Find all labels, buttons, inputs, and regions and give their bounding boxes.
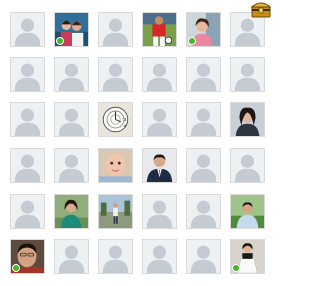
friend-photo-baby[interactable] [98, 148, 133, 183]
friend-photo-group-portrait[interactable] [54, 12, 89, 47]
person-silhouette-icon [11, 103, 44, 136]
friend-photo-woman-white-dress[interactable] [230, 239, 265, 274]
default-avatar[interactable] [230, 57, 265, 92]
person-silhouette-icon [55, 240, 88, 273]
person-silhouette-icon [11, 58, 44, 91]
photo-man-suit [143, 149, 176, 182]
person-silhouette-icon [187, 103, 220, 136]
person-silhouette-icon [231, 149, 264, 182]
default-avatar[interactable] [142, 239, 177, 274]
person-silhouette-icon [11, 195, 44, 228]
default-avatar[interactable] [186, 194, 221, 229]
friend-photo-person-street[interactable] [98, 194, 133, 229]
default-avatar[interactable] [10, 12, 45, 47]
person-silhouette-icon [143, 195, 176, 228]
person-silhouette-icon [55, 58, 88, 91]
person-silhouette-icon [99, 58, 132, 91]
default-avatar[interactable] [10, 194, 45, 229]
treasure-chest-icon[interactable] [250, 0, 272, 18]
friend-photo-woman-pink[interactable] [186, 12, 221, 47]
photo-soccer-player [143, 13, 176, 46]
photo-woman-outdoor [55, 195, 88, 228]
default-avatar[interactable] [10, 102, 45, 137]
person-silhouette-icon [187, 240, 220, 273]
default-avatar[interactable] [142, 102, 177, 137]
photo-person-street [99, 195, 132, 228]
default-avatar[interactable] [54, 148, 89, 183]
person-silhouette-icon [231, 58, 264, 91]
online-status-icon [56, 37, 64, 45]
person-silhouette-icon [187, 58, 220, 91]
friend-photo-surreal-clock[interactable]: 3 4 [98, 102, 133, 137]
default-avatar[interactable] [54, 102, 89, 137]
person-silhouette-icon [99, 13, 132, 46]
online-status-icon [188, 37, 196, 45]
friends-photo-grid: 3 4 [0, 0, 290, 286]
photo-surreal-clock: 3 4 [99, 103, 132, 136]
friend-photo-man-closeup[interactable] [10, 239, 45, 274]
default-avatar[interactable] [230, 148, 265, 183]
photo-man-outdoor [231, 195, 264, 228]
default-avatar[interactable] [98, 239, 133, 274]
friend-photo-woman-portrait[interactable] [230, 102, 265, 137]
default-avatar[interactable] [186, 102, 221, 137]
default-avatar[interactable] [142, 57, 177, 92]
person-silhouette-icon [55, 149, 88, 182]
friend-photo-man-outdoor[interactable] [230, 194, 265, 229]
person-silhouette-icon [11, 149, 44, 182]
friend-photo-woman-outdoor[interactable] [54, 194, 89, 229]
person-silhouette-icon [143, 58, 176, 91]
default-avatar[interactable] [142, 194, 177, 229]
person-silhouette-icon [187, 149, 220, 182]
online-status-icon [232, 264, 240, 272]
svg-text:4: 4 [124, 124, 127, 129]
svg-text:3: 3 [124, 117, 127, 122]
person-silhouette-icon [187, 195, 220, 228]
person-silhouette-icon [143, 103, 176, 136]
online-status-icon [12, 264, 20, 272]
person-silhouette-icon [99, 240, 132, 273]
default-avatar[interactable] [98, 57, 133, 92]
photo-woman-portrait [231, 103, 264, 136]
default-avatar[interactable] [98, 12, 133, 47]
friend-photo-man-suit[interactable] [142, 148, 177, 183]
photo-baby [99, 149, 132, 182]
default-avatar[interactable] [10, 57, 45, 92]
default-avatar[interactable] [54, 57, 89, 92]
friend-photo-soccer-player[interactable] [142, 12, 177, 47]
default-avatar[interactable] [10, 148, 45, 183]
default-avatar[interactable] [54, 239, 89, 274]
default-avatar[interactable] [186, 148, 221, 183]
person-silhouette-icon [55, 103, 88, 136]
person-silhouette-icon [11, 13, 44, 46]
default-avatar[interactable] [186, 239, 221, 274]
default-avatar[interactable] [186, 57, 221, 92]
person-silhouette-icon [143, 240, 176, 273]
